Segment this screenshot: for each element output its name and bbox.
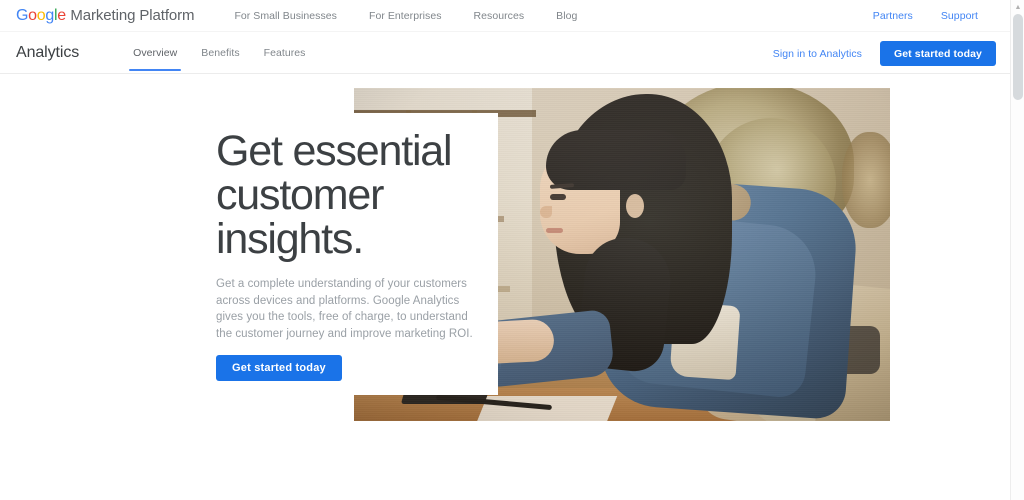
- scrollbar-thumb[interactable]: [1013, 14, 1023, 100]
- product-nav: Analytics Overview Benefits Features Sig…: [0, 33, 1010, 74]
- top-nav-item-resources[interactable]: Resources: [458, 10, 541, 22]
- tab-features[interactable]: Features: [252, 33, 318, 74]
- get-started-today-button-header[interactable]: Get started today: [879, 41, 996, 66]
- top-nav-right-links: Partners Support: [859, 0, 992, 32]
- product-nav-actions: Sign in to Analytics Get started today: [773, 33, 996, 74]
- global-top-nav: Google Marketing Platform For Small Busi…: [0, 0, 1010, 32]
- google-wordmark: Google: [16, 6, 66, 24]
- product-title: Analytics: [16, 44, 80, 61]
- hero-body-text: Get a complete understanding of your cus…: [216, 278, 473, 340]
- hero-section: Get essential customer insights. Get a c…: [0, 74, 1010, 500]
- marketing-platform-label: Marketing Platform: [70, 6, 195, 24]
- google-marketing-platform-logo[interactable]: Google Marketing Platform: [16, 6, 195, 25]
- product-tabs: Overview Benefits Features: [121, 33, 317, 74]
- top-nav-item-enterprises[interactable]: For Enterprises: [353, 10, 458, 22]
- scroll-up-arrow-icon[interactable]: ▲: [1013, 1, 1023, 13]
- page-root: Google Marketing Platform For Small Busi…: [0, 0, 1024, 500]
- sign-in-to-analytics-link[interactable]: Sign in to Analytics: [773, 48, 862, 60]
- top-nav-item-partners[interactable]: Partners: [859, 10, 927, 22]
- page-scrollbar[interactable]: ▲: [1010, 0, 1024, 500]
- top-nav-item-support[interactable]: Support: [927, 10, 992, 22]
- top-nav-item-small-businesses[interactable]: For Small Businesses: [218, 10, 353, 22]
- top-nav-links: For Small Businesses For Enterprises Res…: [218, 10, 593, 22]
- top-nav-item-blog[interactable]: Blog: [540, 10, 593, 22]
- get-started-today-button-hero[interactable]: Get started today: [216, 355, 342, 381]
- tab-overview[interactable]: Overview: [121, 33, 189, 74]
- tab-benefits[interactable]: Benefits: [189, 33, 251, 74]
- hero-heading: Get essential customer insights.: [216, 127, 453, 263]
